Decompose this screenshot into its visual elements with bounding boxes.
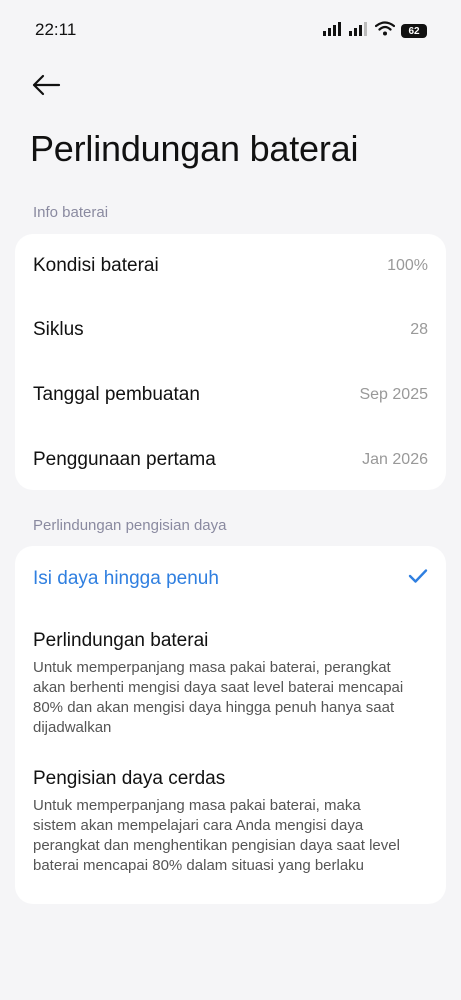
section-label-charging: Perlindungan pengisian daya (33, 517, 227, 534)
option-smart-charging[interactable]: Pengisian daya cerdas Untuk memperpanjan… (15, 768, 446, 876)
page-title: Perlindungan baterai (30, 128, 359, 169)
signal-icon (349, 21, 369, 41)
charging-card: Isi daya hingga penuh Perlindungan bater… (15, 546, 446, 904)
option-title: Perlindungan baterai (33, 630, 209, 651)
status-time: 22:11 (35, 20, 77, 39)
info-value: Jan 2026 (362, 451, 428, 468)
info-card: Kondisi baterai 100% Siklus 28 Tanggal p… (15, 234, 446, 490)
arrow-left-icon (31, 74, 61, 101)
checkmark-icon (408, 568, 428, 589)
wifi-icon (374, 21, 396, 41)
info-label: Penggunaan pertama (33, 449, 216, 470)
info-row-first-use[interactable]: Penggunaan pertama Jan 2026 (15, 428, 446, 492)
option-battery-protection[interactable]: Perlindungan baterai Untuk memperpanjang… (15, 630, 446, 738)
signal-icon (323, 21, 343, 41)
section-label-info: Info baterai (33, 204, 109, 221)
info-row-condition[interactable]: Kondisi baterai 100% (15, 234, 446, 298)
option-title: Pengisian daya cerdas (33, 768, 226, 789)
status-bar: 22:11 62 (0, 0, 461, 60)
back-button[interactable] (28, 72, 64, 102)
status-icons: 62 (323, 21, 427, 41)
info-value: Sep 2025 (359, 386, 428, 403)
info-label: Kondisi baterai (33, 255, 159, 276)
info-row-manufacture-date[interactable]: Tanggal pembuatan Sep 2025 (15, 363, 446, 427)
option-full-charge[interactable]: Isi daya hingga penuh (15, 568, 446, 590)
info-value: 28 (410, 321, 428, 338)
option-title: Isi daya hingga penuh (33, 568, 219, 589)
battery-icon: 62 (401, 24, 427, 38)
info-label: Tanggal pembuatan (33, 384, 200, 405)
info-row-cycles[interactable]: Siklus 28 (15, 298, 446, 362)
option-description: Untuk memperpanjang masa pakai baterai, … (33, 659, 404, 736)
info-label: Siklus (33, 319, 84, 340)
option-description: Untuk memperpanjang masa pakai baterai, … (33, 797, 400, 874)
info-value: 100% (387, 257, 428, 274)
